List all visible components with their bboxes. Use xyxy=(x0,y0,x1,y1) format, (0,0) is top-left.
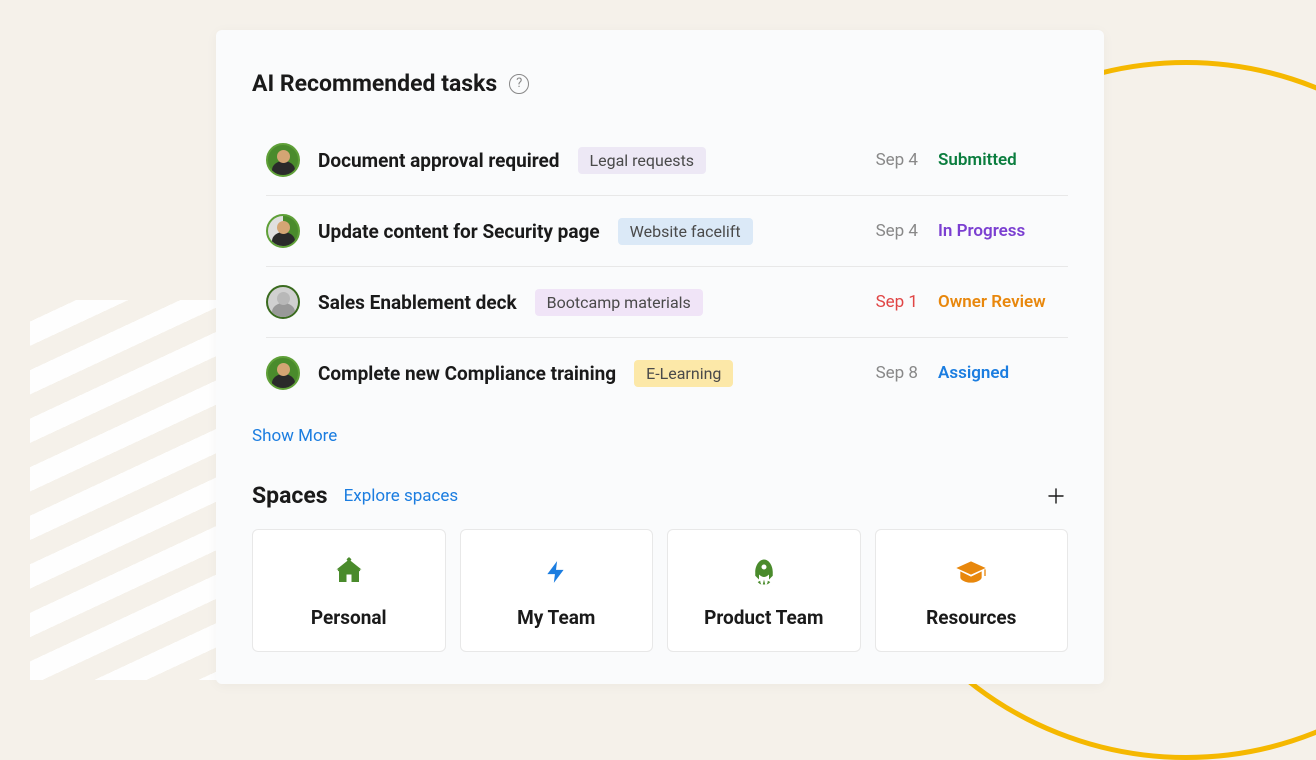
task-date: Sep 4 xyxy=(876,221,918,241)
space-card[interactable]: Product Team xyxy=(667,529,861,652)
space-label: Product Team xyxy=(704,606,823,629)
spaces-title: Spaces xyxy=(252,482,328,509)
task-meta: Sep 1 Owner Review xyxy=(876,292,1068,312)
task-date: Sep 4 xyxy=(876,150,918,170)
task-title: Document approval required xyxy=(318,149,560,172)
task-meta: Sep 4 Submitted xyxy=(876,150,1068,170)
task-title: Complete new Compliance training xyxy=(318,362,616,385)
show-more-link[interactable]: Show More xyxy=(252,426,337,446)
task-status: Submitted xyxy=(938,150,1068,170)
space-label: Personal xyxy=(311,606,387,629)
task-title: Sales Enablement deck xyxy=(318,291,517,314)
house-icon xyxy=(333,556,365,588)
task-meta: Sep 8 Assigned xyxy=(876,363,1068,383)
task-row[interactable]: Complete new Compliance training E-Learni… xyxy=(266,338,1068,408)
task-row[interactable]: Sales Enablement deck Bootcamp materials S… xyxy=(266,267,1068,338)
space-card[interactable]: My Team xyxy=(460,529,654,652)
add-space-button[interactable] xyxy=(1044,484,1068,508)
main-panel: AI Recommended tasks ? Document approval… xyxy=(216,30,1104,684)
task-status: Owner Review xyxy=(938,292,1068,312)
spaces-grid: Personal My Team Product Team Resources xyxy=(252,529,1068,652)
task-tag: E-Learning xyxy=(634,360,733,387)
task-row[interactable]: Update content for Security page Website … xyxy=(266,196,1068,267)
avatar xyxy=(266,356,300,390)
rocket-icon xyxy=(748,556,780,588)
task-tag: Bootcamp materials xyxy=(535,289,703,316)
recommended-header: AI Recommended tasks ? xyxy=(252,70,1068,97)
space-label: My Team xyxy=(517,606,595,629)
task-meta: Sep 4 In Progress xyxy=(876,221,1068,241)
space-card[interactable]: Resources xyxy=(875,529,1069,652)
recommended-title: AI Recommended tasks xyxy=(252,70,497,97)
task-tag: Legal requests xyxy=(578,147,707,174)
avatar xyxy=(266,285,300,319)
task-title: Update content for Security page xyxy=(318,220,600,243)
task-list: Document approval required Legal requests… xyxy=(266,125,1068,408)
avatar xyxy=(266,214,300,248)
task-row[interactable]: Document approval required Legal requests… xyxy=(266,125,1068,196)
explore-spaces-link[interactable]: Explore spaces xyxy=(344,486,459,506)
space-card[interactable]: Personal xyxy=(252,529,446,652)
bolt-icon xyxy=(540,556,572,588)
grad-icon xyxy=(955,556,987,588)
avatar xyxy=(266,143,300,177)
task-date: Sep 8 xyxy=(876,363,918,383)
task-status: In Progress xyxy=(938,221,1068,241)
help-icon[interactable]: ? xyxy=(509,74,529,94)
task-status: Assigned xyxy=(938,363,1068,383)
spaces-header: Spaces Explore spaces xyxy=(252,482,1068,509)
task-tag: Website facelift xyxy=(618,218,753,245)
task-date: Sep 1 xyxy=(876,292,918,312)
space-label: Resources xyxy=(926,606,1016,629)
plus-icon xyxy=(1048,488,1064,504)
